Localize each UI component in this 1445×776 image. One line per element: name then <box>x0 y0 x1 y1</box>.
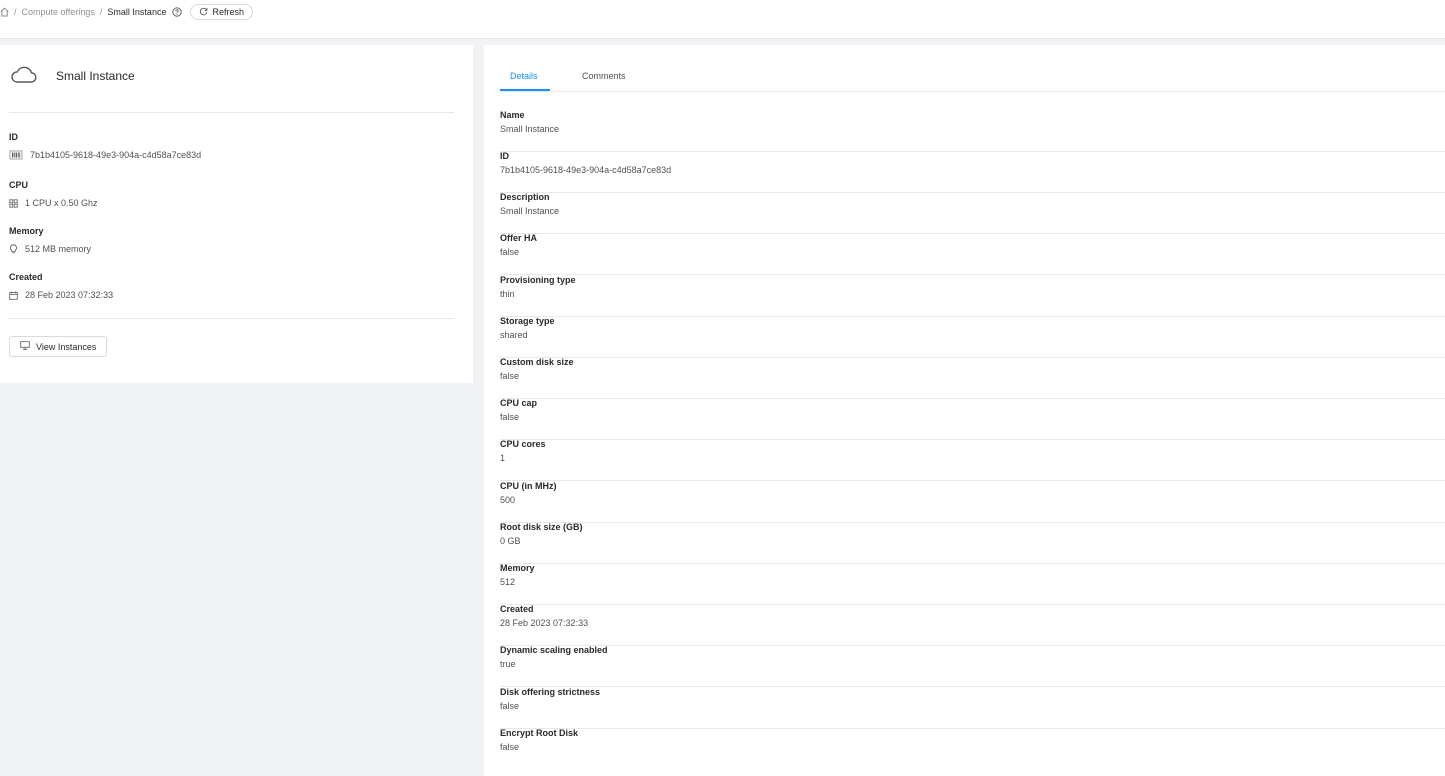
detail-value: thin <box>500 289 515 299</box>
top-bar: / Compute offerings / Small Instance Ref… <box>0 0 1445 39</box>
detail-value: Small Instance <box>500 124 560 134</box>
detail-value: 7b1b4105-9618-49e3-904a-c4d58a7ce83d <box>500 165 672 175</box>
bulb-icon <box>9 244 18 254</box>
detail-row: Disk offering strictness false <box>500 687 1445 729</box>
detail-row: Description Small Instance <box>500 192 1445 234</box>
resource-summary-card: Small Instance ID 7b1b4105-9618-49e3-904… <box>0 45 473 383</box>
cpu-value-row: 1 CPU x 0.50 Ghz <box>9 198 98 208</box>
detail-value: false <box>500 742 520 752</box>
tab-bar: Details Comments <box>500 45 1445 92</box>
question-circle-icon[interactable] <box>172 7 183 17</box>
detail-label: Name <box>500 110 525 120</box>
details-card: Details Comments Name Small Instance ID 7b… <box>484 45 1445 776</box>
tab-details[interactable]: Details <box>510 71 538 81</box>
tab-comments[interactable]: Comments <box>582 71 626 81</box>
resource-header: Small Instance <box>10 65 135 87</box>
active-tab-indicator <box>500 89 550 91</box>
divider <box>9 112 454 113</box>
refresh-button-label: Refresh <box>212 7 244 17</box>
desktop-icon <box>20 341 30 352</box>
calendar-icon <box>9 291 18 300</box>
id-label: ID <box>9 132 18 142</box>
detail-label: Memory <box>500 563 535 573</box>
created-label: Created <box>9 272 43 282</box>
detail-label: Custom disk size <box>500 357 574 367</box>
memory-info: Memory 512 MB memory <box>9 226 91 254</box>
breadcrumb-separator: / <box>99 7 103 17</box>
detail-label: CPU cap <box>500 398 538 408</box>
detail-value: false <box>500 412 520 422</box>
detail-value: Small Instance <box>500 206 560 216</box>
refresh-button[interactable]: Refresh <box>190 4 253 20</box>
detail-label: Root disk size (GB) <box>500 522 583 532</box>
cpu-info: CPU 1 CPU x 0.50 Ghz <box>9 180 98 208</box>
cloud-icon <box>10 65 38 87</box>
detail-row: ID 7b1b4105-9618-49e3-904a-c4d58a7ce83d <box>500 151 1445 193</box>
detail-label: Provisioning type <box>500 275 576 285</box>
detail-row: Created 28 Feb 2023 07:32:33 <box>500 604 1445 646</box>
detail-row: Custom disk size false <box>500 357 1445 399</box>
detail-value: false <box>500 371 520 381</box>
detail-row: Storage type shared <box>500 316 1445 358</box>
detail-label: Disk offering strictness <box>500 687 601 697</box>
detail-value: false <box>500 701 520 711</box>
cpu-value: 1 CPU x 0.50 Ghz <box>25 198 98 208</box>
memory-label: Memory <box>9 226 44 236</box>
detail-label: Created <box>500 604 534 614</box>
detail-value: true <box>500 659 516 669</box>
detail-label: Dynamic scaling enabled <box>500 645 608 655</box>
detail-label: ID <box>500 151 509 161</box>
breadcrumb-separator: / <box>14 7 17 17</box>
detail-label: CPU cores <box>500 439 546 449</box>
breadcrumb: / Compute offerings / Small Instance Ref… <box>0 4 253 20</box>
detail-label: Offer HA <box>500 233 538 243</box>
detail-label: Description <box>500 192 550 202</box>
detail-label: Encrypt Root Disk <box>500 728 579 738</box>
detail-row: Dynamic scaling enabled true <box>500 645 1445 687</box>
detail-value: false <box>500 247 520 257</box>
detail-value: 500 <box>500 495 516 505</box>
view-instances-button[interactable]: View Instances <box>9 336 108 357</box>
detail-row: CPU (in MHz) 500 <box>500 481 1445 523</box>
detail-row: Name Small Instance <box>500 110 1445 152</box>
detail-row: CPU cap false <box>500 398 1445 440</box>
breadcrumb-link-compute-offerings[interactable]: Compute offerings <box>22 7 95 17</box>
reload-icon <box>199 7 208 18</box>
detail-value: 28 Feb 2023 07:32:33 <box>500 618 589 628</box>
cpu-label: CPU <box>9 180 29 190</box>
detail-label: CPU (in MHz) <box>500 481 557 491</box>
detail-value: 512 <box>500 577 516 587</box>
detail-value: shared <box>500 330 528 340</box>
home-icon[interactable] <box>0 7 9 17</box>
id-value-row: 7b1b4105-9618-49e3-904a-c4d58a7ce83d <box>9 150 201 160</box>
detail-row: CPU cores 1 <box>500 439 1445 481</box>
resource-title: Small Instance <box>56 69 135 83</box>
id-value: 7b1b4105-9618-49e3-904a-c4d58a7ce83d <box>30 150 202 160</box>
detail-row: Root disk size (GB) 0 GB <box>500 522 1445 564</box>
detail-row: Offer HA false <box>500 233 1445 275</box>
detail-label: Storage type <box>500 316 555 326</box>
created-info: Created 28 Feb 2023 07:32:33 <box>9 272 113 300</box>
detail-row: Provisioning type thin <box>500 275 1445 317</box>
id-info: ID 7b1b4105-9618-49e3-904a-c4d58a7ce83d <box>9 132 201 160</box>
memory-value: 512 MB memory <box>25 244 92 254</box>
barcode-icon <box>9 150 23 160</box>
appstore-icon <box>9 198 18 208</box>
divider <box>9 318 454 319</box>
detail-value: 0 GB <box>500 536 521 546</box>
created-value: 28 Feb 2023 07:32:33 <box>25 290 114 300</box>
memory-value-row: 512 MB memory <box>9 244 91 254</box>
detail-row: Encrypt Root Disk false <box>500 728 1445 769</box>
view-instances-label: View Instances <box>36 341 97 352</box>
detail-row: Memory 512 <box>500 563 1445 605</box>
created-value-row: 28 Feb 2023 07:32:33 <box>9 290 113 300</box>
breadcrumb-current: Small Instance <box>107 7 167 17</box>
detail-value: 1 <box>500 453 506 463</box>
